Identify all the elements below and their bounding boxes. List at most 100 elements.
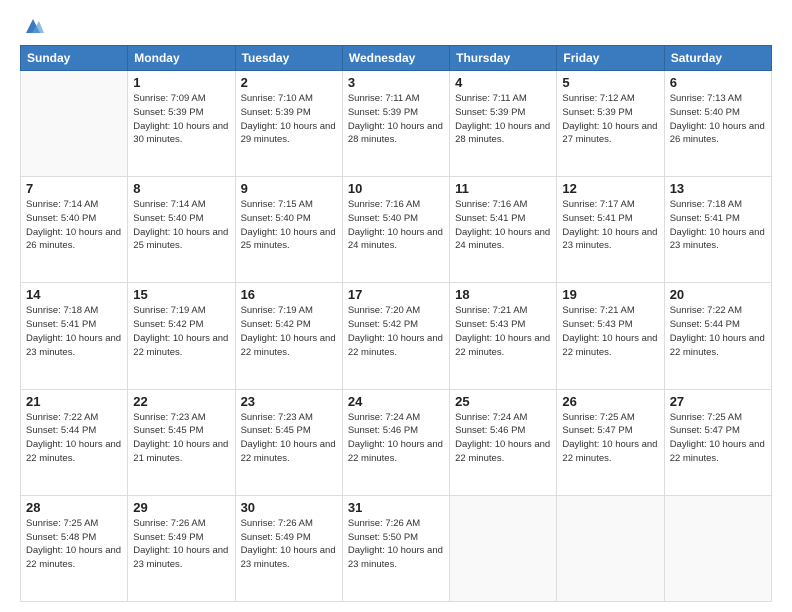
day-info: Sunrise: 7:26 AM Sunset: 5:50 PM Dayligh… — [348, 517, 444, 572]
calendar-cell: 3 Sunrise: 7:11 AM Sunset: 5:39 PM Daylig… — [342, 71, 449, 177]
page: SundayMondayTuesdayWednesdayThursdayFrid… — [0, 0, 792, 612]
day-info: Sunrise: 7:26 AM Sunset: 5:49 PM Dayligh… — [133, 517, 229, 572]
day-number: 20 — [670, 287, 766, 302]
calendar-header-thursday: Thursday — [450, 46, 557, 71]
day-info: Sunrise: 7:21 AM Sunset: 5:43 PM Dayligh… — [455, 304, 551, 359]
calendar-cell: 4Sunrise: 7:11 AM Sunset: 5:39 PM Daylig… — [450, 71, 557, 177]
calendar-cell: 17Sunrise: 7:20 AM Sunset: 5:42 PM Dayli… — [342, 283, 449, 389]
calendar-cell: 20 Sunrise: 7:22 AM Sunset: 5:44 PM Dayli… — [664, 283, 771, 389]
day-number: 1 — [133, 75, 229, 90]
calendar-cell: 29 Sunrise: 7:26 AM Sunset: 5:49 PM Dayli… — [128, 495, 235, 601]
calendar-week-row: 14 Sunrise: 7:18 AM Sunset: 5:41 PM Dayli… — [21, 283, 772, 389]
day-info: Sunrise: 7:18 AM Sunset: 5:41 PM Dayligh… — [26, 304, 122, 359]
calendar-cell: 22 Sunrise: 7:23 AM Sunset: 5:45 PM Dayli… — [128, 389, 235, 495]
calendar-cell: 13 Sunrise: 7:18 AM Sunset: 5:41 PM Dayli… — [664, 177, 771, 283]
day-number: 13 — [670, 181, 766, 196]
calendar-cell — [450, 495, 557, 601]
calendar-cell: 21 Sunrise: 7:22 AM Sunset: 5:44 PM Dayli… — [21, 389, 128, 495]
day-info: Sunrise: 7:14 AM Sunset: 5:40 PM Dayligh… — [26, 198, 122, 253]
calendar-header-friday: Friday — [557, 46, 664, 71]
day-number: 9 — [241, 181, 337, 196]
calendar-cell: 16 Sunrise: 7:19 AM Sunset: 5:42 PM Dayli… — [235, 283, 342, 389]
calendar-header-sunday: Sunday — [21, 46, 128, 71]
day-info: Sunrise: 7:15 AM Sunset: 5:40 PM Dayligh… — [241, 198, 337, 253]
day-number: 25 — [455, 394, 551, 409]
calendar-cell: 19 Sunrise: 7:21 AM Sunset: 5:43 PM Dayli… — [557, 283, 664, 389]
calendar-cell: 2Sunrise: 7:10 AM Sunset: 5:39 PM Daylig… — [235, 71, 342, 177]
calendar-cell — [664, 495, 771, 601]
day-info: Sunrise: 7:22 AM Sunset: 5:44 PM Dayligh… — [26, 411, 122, 466]
calendar-week-row: 1Sunrise: 7:09 AM Sunset: 5:39 PM Daylig… — [21, 71, 772, 177]
day-info: Sunrise: 7:13 AM Sunset: 5:40 PM Dayligh… — [670, 92, 766, 147]
day-number: 22 — [133, 394, 229, 409]
calendar-cell: 30 Sunrise: 7:26 AM Sunset: 5:49 PM Dayli… — [235, 495, 342, 601]
calendar-week-row: 21 Sunrise: 7:22 AM Sunset: 5:44 PM Dayli… — [21, 389, 772, 495]
calendar-week-row: 7 Sunrise: 7:14 AM Sunset: 5:40 PM Daylig… — [21, 177, 772, 283]
day-info: Sunrise: 7:25 AM Sunset: 5:47 PM Dayligh… — [562, 411, 658, 466]
day-info: Sunrise: 7:19 AM Sunset: 5:42 PM Dayligh… — [133, 304, 229, 359]
day-info: Sunrise: 7:10 AM Sunset: 5:39 PM Dayligh… — [241, 92, 337, 147]
day-number: 15 — [133, 287, 229, 302]
day-info: Sunrise: 7:16 AM Sunset: 5:41 PM Dayligh… — [455, 198, 551, 253]
calendar-cell: 31Sunrise: 7:26 AM Sunset: 5:50 PM Dayli… — [342, 495, 449, 601]
logo-icon — [22, 15, 44, 37]
day-number: 8 — [133, 181, 229, 196]
day-info: Sunrise: 7:26 AM Sunset: 5:49 PM Dayligh… — [241, 517, 337, 572]
calendar-week-row: 28 Sunrise: 7:25 AM Sunset: 5:48 PM Dayli… — [21, 495, 772, 601]
day-number: 6 — [670, 75, 766, 90]
day-number: 7 — [26, 181, 122, 196]
day-info: Sunrise: 7:22 AM Sunset: 5:44 PM Dayligh… — [670, 304, 766, 359]
day-number: 19 — [562, 287, 658, 302]
day-number: 14 — [26, 287, 122, 302]
day-number: 4 — [455, 75, 551, 90]
calendar-header-tuesday: Tuesday — [235, 46, 342, 71]
day-info: Sunrise: 7:23 AM Sunset: 5:45 PM Dayligh… — [133, 411, 229, 466]
day-number: 29 — [133, 500, 229, 515]
calendar-cell: 23 Sunrise: 7:23 AM Sunset: 5:45 PM Dayli… — [235, 389, 342, 495]
calendar-cell: 5Sunrise: 7:12 AM Sunset: 5:39 PM Daylig… — [557, 71, 664, 177]
calendar-cell: 14 Sunrise: 7:18 AM Sunset: 5:41 PM Dayli… — [21, 283, 128, 389]
day-info: Sunrise: 7:25 AM Sunset: 5:47 PM Dayligh… — [670, 411, 766, 466]
calendar-cell: 26 Sunrise: 7:25 AM Sunset: 5:47 PM Dayli… — [557, 389, 664, 495]
day-number: 21 — [26, 394, 122, 409]
calendar-cell — [21, 71, 128, 177]
day-info: Sunrise: 7:16 AM Sunset: 5:40 PM Dayligh… — [348, 198, 444, 253]
calendar-header-wednesday: Wednesday — [342, 46, 449, 71]
logo — [20, 15, 44, 37]
day-info: Sunrise: 7:21 AM Sunset: 5:43 PM Dayligh… — [562, 304, 658, 359]
day-number: 28 — [26, 500, 122, 515]
calendar-cell: 25 Sunrise: 7:24 AM Sunset: 5:46 PM Dayli… — [450, 389, 557, 495]
day-number: 3 — [348, 75, 444, 90]
calendar-cell: 11Sunrise: 7:16 AM Sunset: 5:41 PM Dayli… — [450, 177, 557, 283]
calendar-cell: 9 Sunrise: 7:15 AM Sunset: 5:40 PM Daylig… — [235, 177, 342, 283]
calendar-cell: 12Sunrise: 7:17 AM Sunset: 5:41 PM Dayli… — [557, 177, 664, 283]
day-number: 26 — [562, 394, 658, 409]
day-info: Sunrise: 7:25 AM Sunset: 5:48 PM Dayligh… — [26, 517, 122, 572]
header — [20, 15, 772, 37]
day-number: 16 — [241, 287, 337, 302]
day-info: Sunrise: 7:23 AM Sunset: 5:45 PM Dayligh… — [241, 411, 337, 466]
day-number: 24 — [348, 394, 444, 409]
calendar-cell: 8Sunrise: 7:14 AM Sunset: 5:40 PM Daylig… — [128, 177, 235, 283]
day-number: 23 — [241, 394, 337, 409]
day-number: 10 — [348, 181, 444, 196]
calendar-cell: 7 Sunrise: 7:14 AM Sunset: 5:40 PM Daylig… — [21, 177, 128, 283]
calendar-cell: 15 Sunrise: 7:19 AM Sunset: 5:42 PM Dayli… — [128, 283, 235, 389]
day-info: Sunrise: 7:12 AM Sunset: 5:39 PM Dayligh… — [562, 92, 658, 147]
calendar-cell: 28 Sunrise: 7:25 AM Sunset: 5:48 PM Dayli… — [21, 495, 128, 601]
calendar-cell — [557, 495, 664, 601]
calendar-cell: 1Sunrise: 7:09 AM Sunset: 5:39 PM Daylig… — [128, 71, 235, 177]
calendar-header-row: SundayMondayTuesdayWednesdayThursdayFrid… — [21, 46, 772, 71]
calendar-cell: 18Sunrise: 7:21 AM Sunset: 5:43 PM Dayli… — [450, 283, 557, 389]
calendar-cell: 24Sunrise: 7:24 AM Sunset: 5:46 PM Dayli… — [342, 389, 449, 495]
day-info: Sunrise: 7:18 AM Sunset: 5:41 PM Dayligh… — [670, 198, 766, 253]
day-number: 30 — [241, 500, 337, 515]
day-info: Sunrise: 7:11 AM Sunset: 5:39 PM Dayligh… — [348, 92, 444, 147]
calendar-cell: 27 Sunrise: 7:25 AM Sunset: 5:47 PM Dayli… — [664, 389, 771, 495]
day-info: Sunrise: 7:24 AM Sunset: 5:46 PM Dayligh… — [455, 411, 551, 466]
calendar-table: SundayMondayTuesdayWednesdayThursdayFrid… — [20, 45, 772, 602]
day-number: 27 — [670, 394, 766, 409]
calendar-cell: 6 Sunrise: 7:13 AM Sunset: 5:40 PM Daylig… — [664, 71, 771, 177]
day-info: Sunrise: 7:19 AM Sunset: 5:42 PM Dayligh… — [241, 304, 337, 359]
calendar-header-saturday: Saturday — [664, 46, 771, 71]
